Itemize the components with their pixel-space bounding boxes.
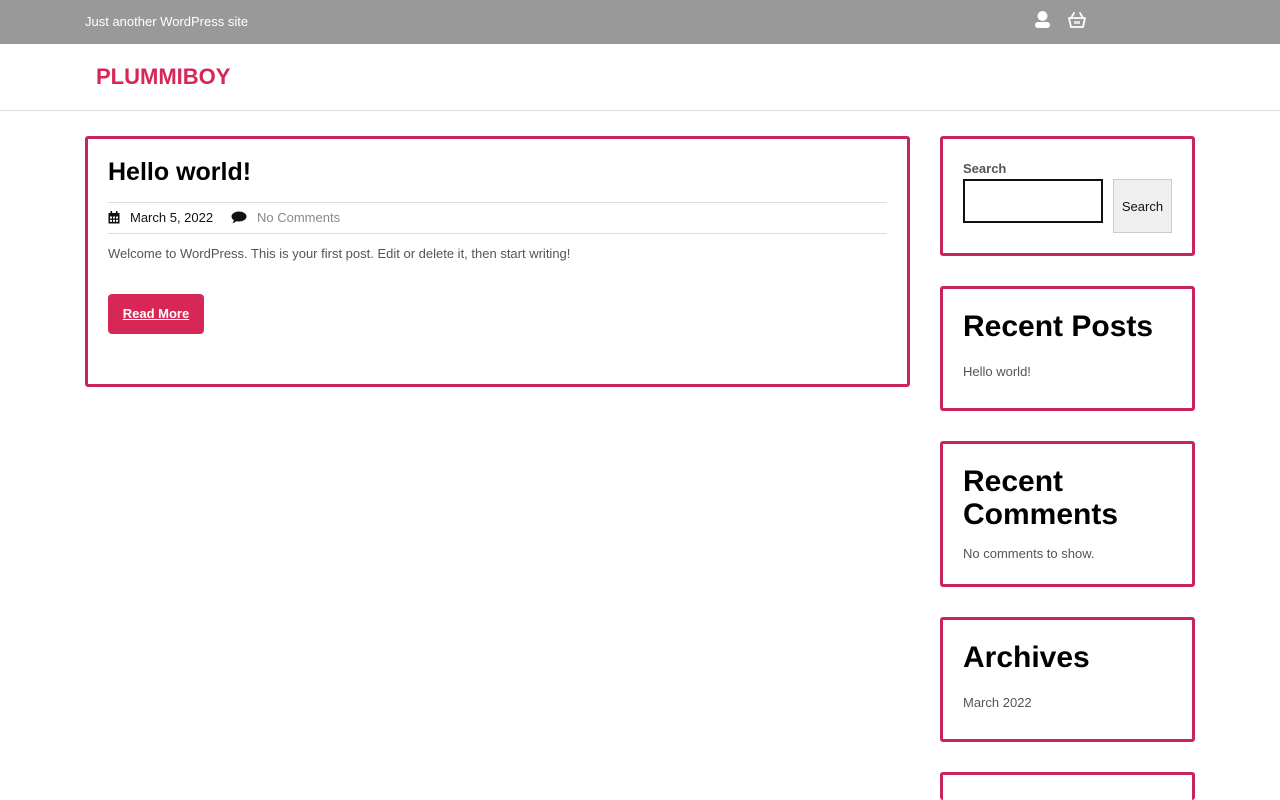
top-bar: Just another WordPress site bbox=[0, 0, 1280, 44]
archive-link[interactable]: March 2022 bbox=[963, 695, 1032, 710]
calendar-icon bbox=[108, 211, 121, 224]
post-card: Hello world! March 5, 2022 No Comments W… bbox=[85, 136, 910, 387]
recent-post-link[interactable]: Hello world! bbox=[963, 364, 1031, 379]
comment-icon bbox=[231, 211, 247, 224]
post-title[interactable]: Hello world! bbox=[108, 158, 251, 187]
site-title-link[interactable]: PLUMMIBOY bbox=[96, 64, 230, 90]
post-date: March 5, 2022 bbox=[130, 210, 214, 225]
search-input[interactable] bbox=[963, 179, 1103, 223]
post-comments-link[interactable]: No Comments bbox=[257, 210, 340, 225]
recent-posts-widget: Recent Posts Hello world! bbox=[940, 286, 1195, 411]
archives-widget: Archives March 2022 bbox=[940, 617, 1195, 742]
post-excerpt: Welcome to WordPress. This is your first… bbox=[108, 246, 571, 261]
read-more-button[interactable]: Read More bbox=[108, 294, 204, 334]
search-label: Search bbox=[963, 161, 1007, 176]
recent-comments-widget: Recent Comments No comments to show. bbox=[940, 441, 1195, 587]
no-comments-text: No comments to show. bbox=[963, 546, 1095, 561]
post-meta: March 5, 2022 No Comments bbox=[108, 202, 887, 234]
next-widget bbox=[940, 772, 1195, 800]
search-button[interactable]: Search bbox=[1113, 179, 1172, 233]
user-icon[interactable] bbox=[1034, 11, 1052, 29]
shopping-basket-icon[interactable] bbox=[1068, 11, 1086, 29]
site-header: PLUMMIBOY bbox=[0, 44, 1280, 111]
site-tagline: Just another WordPress site bbox=[85, 14, 249, 29]
recent-posts-title: Recent Posts bbox=[963, 310, 1154, 343]
recent-comments-title: Recent Comments bbox=[963, 465, 1119, 531]
archives-title: Archives bbox=[963, 641, 1090, 674]
search-widget: Search Search bbox=[940, 136, 1195, 256]
